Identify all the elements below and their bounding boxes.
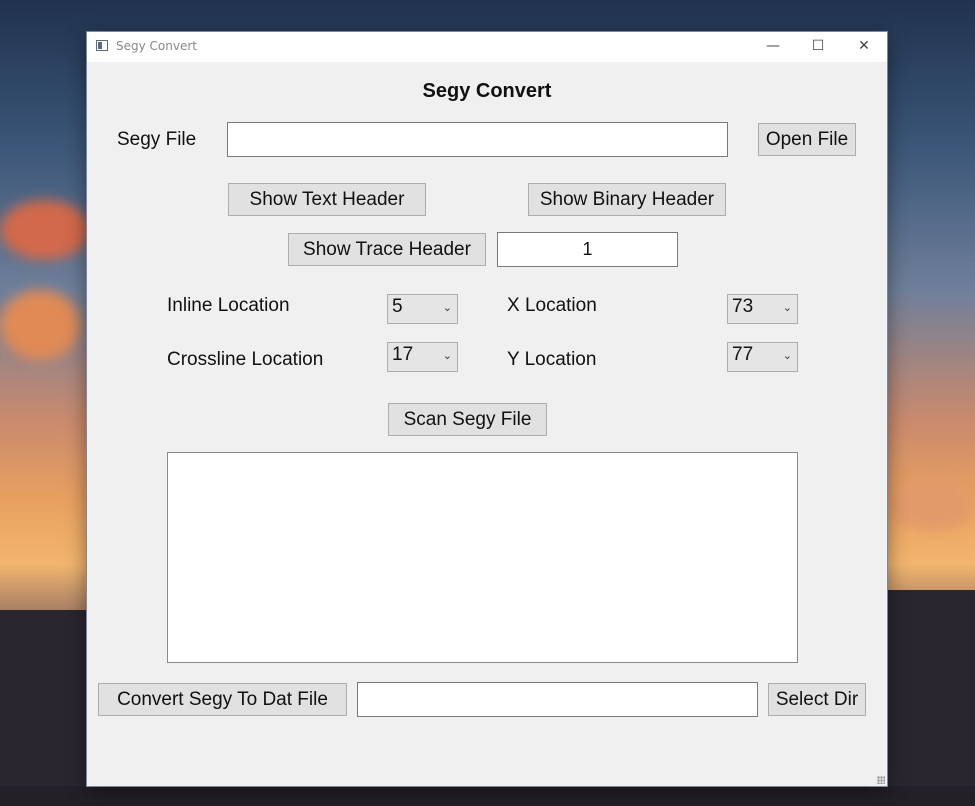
maximize-icon[interactable]: ☐ xyxy=(795,32,841,62)
close-icon[interactable]: ✕ xyxy=(841,32,887,62)
x-location-label: X Location xyxy=(507,295,597,316)
segy-file-label: Segy File xyxy=(117,129,197,150)
trace-number-input[interactable]: 1 xyxy=(497,232,678,267)
open-file-button[interactable]: Open File xyxy=(758,123,856,156)
wallpaper-city xyxy=(0,786,975,806)
crossline-location-select[interactable]: 17 ⌄ xyxy=(387,342,458,372)
segy-file-input[interactable] xyxy=(227,122,728,157)
crossline-location-value: 17 xyxy=(392,344,414,365)
chevron-down-icon: ⌄ xyxy=(782,350,792,362)
y-location-label: Y Location xyxy=(507,349,597,370)
wallpaper-cloud xyxy=(0,290,80,360)
title-bar[interactable]: Segy Convert — ☐ ✕ xyxy=(87,32,887,62)
window-title: Segy Convert xyxy=(116,39,197,53)
show-text-header-button[interactable]: Show Text Header xyxy=(228,183,426,216)
convert-segy-button[interactable]: Convert Segy To Dat File xyxy=(98,683,347,716)
inline-location-select[interactable]: 5 ⌄ xyxy=(387,294,458,324)
wallpaper-city xyxy=(887,590,975,806)
chevron-down-icon: ⌄ xyxy=(442,350,452,362)
chevron-down-icon: ⌄ xyxy=(782,302,792,314)
chevron-down-icon: ⌄ xyxy=(442,302,452,314)
app-window-icon xyxy=(96,40,108,51)
app-window: Segy Convert — ☐ ✕ Segy Convert Segy Fil… xyxy=(87,32,887,786)
page-title: Segy Convert xyxy=(422,80,552,102)
minimize-icon[interactable]: — xyxy=(750,32,796,62)
x-location-select[interactable]: 73 ⌄ xyxy=(727,294,798,324)
inline-location-value: 5 xyxy=(392,296,403,317)
resize-grip-icon[interactable] xyxy=(877,776,885,784)
scan-segy-file-button[interactable]: Scan Segy File xyxy=(388,403,547,436)
crossline-location-label: Crossline Location xyxy=(167,349,324,370)
output-text-area[interactable] xyxy=(167,452,798,663)
show-binary-header-button[interactable]: Show Binary Header xyxy=(528,183,726,216)
y-location-value: 77 xyxy=(732,344,754,365)
inline-location-label: Inline Location xyxy=(167,295,290,316)
y-location-select[interactable]: 77 ⌄ xyxy=(727,342,798,372)
x-location-value: 73 xyxy=(732,296,754,317)
wallpaper-cloud xyxy=(0,200,90,260)
select-dir-button[interactable]: Select Dir xyxy=(768,683,866,716)
wallpaper-cloud xyxy=(890,480,975,530)
wallpaper-city xyxy=(0,610,87,806)
show-trace-header-button[interactable]: Show Trace Header xyxy=(288,233,486,266)
output-dir-input[interactable] xyxy=(357,682,758,717)
